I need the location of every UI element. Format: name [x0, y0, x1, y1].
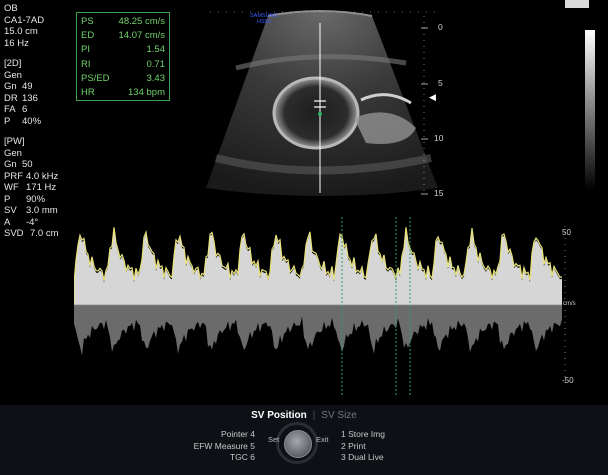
- menu-efw-measure[interactable]: EFW Measure 5: [194, 441, 255, 453]
- menu-pointer[interactable]: Pointer 4: [194, 429, 255, 441]
- menu-tgc[interactable]: TGC 6: [194, 452, 255, 464]
- image-depth: 15.0 cm: [4, 26, 38, 37]
- velocity-scale: [564, 226, 566, 388]
- probe-status-icon: [565, 0, 589, 8]
- velocity-scale-unit: cm/s: [563, 301, 576, 307]
- sv-tabs: SV Position | SV Size: [251, 410, 357, 421]
- tab-sv-size[interactable]: SV Size: [321, 410, 357, 421]
- pw-doppler-spectrum: [74, 217, 562, 397]
- measurement-row-ps: PS 48.25 cm/s: [81, 16, 165, 27]
- mode-pw-power: P 90%: [4, 193, 46, 205]
- settings-panel: OB CA1-7AD 15.0 cm 16 Hz [2D] Gen Gn 49 D…: [4, 3, 74, 240]
- mode-pw-sample-volume: SV 3.0 mm: [4, 205, 58, 216]
- mode-pw-gen: Gen: [4, 147, 22, 159]
- grayscale-bar: [585, 30, 595, 190]
- spectrum-reverse-flow: [74, 305, 562, 356]
- left-softkey-menu: Pointer 4 EFW Measure 5 TGC 6: [194, 429, 255, 464]
- tab-sv-position[interactable]: SV Position: [251, 410, 307, 421]
- focus-marker-icon: ◀: [429, 92, 436, 102]
- measurement-row-ps-ed: PS/ED 3.43: [81, 72, 165, 84]
- depth-label-0: 0: [438, 22, 443, 32]
- menu-print[interactable]: 2 Print: [341, 441, 385, 453]
- measurement-row-hr: HR 134 bpm: [81, 86, 165, 98]
- lateral-ruler: [210, 11, 438, 13]
- mode-2d-gen: Gen: [4, 69, 22, 81]
- mode-2d-title: [2D]: [4, 58, 22, 69]
- mode-pw-prf: PRF 4.0 kHz: [4, 170, 59, 182]
- mode-pw-title: [PW]: [4, 136, 25, 147]
- depth-scale: [421, 16, 428, 195]
- mode-pw-angle: A -4°: [4, 216, 39, 228]
- mode-pw-sv-depth: SVD 7.0 cm: [4, 228, 59, 239]
- depth-label-10: 10: [434, 133, 444, 143]
- menu-store-img[interactable]: 1 Store Img: [341, 429, 385, 441]
- trackball-knob-icon[interactable]: [284, 430, 312, 458]
- depth-label-15: 15: [434, 188, 444, 198]
- mode-pw-wall-filter: WF 171 Hz: [4, 182, 57, 193]
- doppler-measurement-box: PS 48.25 cm/s ED 14.07 cm/s PI 1.54 RI 0.71 …: [76, 12, 170, 101]
- mode-2d-power: P 40%: [4, 115, 42, 127]
- probe-name: CA1-7AD: [4, 14, 45, 26]
- velocity-scale-top: 50: [562, 228, 571, 237]
- exam-type: OB: [4, 3, 18, 14]
- measurement-row-ed: ED 14.07 cm/s: [81, 30, 165, 42]
- depth-label-5: 5: [438, 78, 443, 88]
- mode-pw-gain: Gn 50: [4, 159, 33, 170]
- mode-2d-dynamic-range: DR 136: [4, 92, 38, 104]
- mode-2d-gain: Gn 49: [4, 81, 33, 92]
- color-flow-dot: [318, 112, 322, 116]
- measurement-row-ri: RI 0.71: [81, 58, 165, 70]
- knob-exit-label[interactable]: Exit: [316, 435, 329, 444]
- measurement-row-pi: PI 1.54: [81, 44, 165, 56]
- frame-rate: 16 Hz: [4, 37, 29, 49]
- menu-dual-live[interactable]: 3 Dual Live: [341, 452, 385, 464]
- velocity-scale-bottom: -50: [562, 376, 574, 385]
- right-softkey-menu: 1 Store Img 2 Print 3 Dual Live: [341, 429, 385, 464]
- mode-2d-frame-average: FA 6: [4, 104, 28, 115]
- b-mode-image: [206, 10, 438, 196]
- knob-set-label[interactable]: Set: [268, 435, 279, 444]
